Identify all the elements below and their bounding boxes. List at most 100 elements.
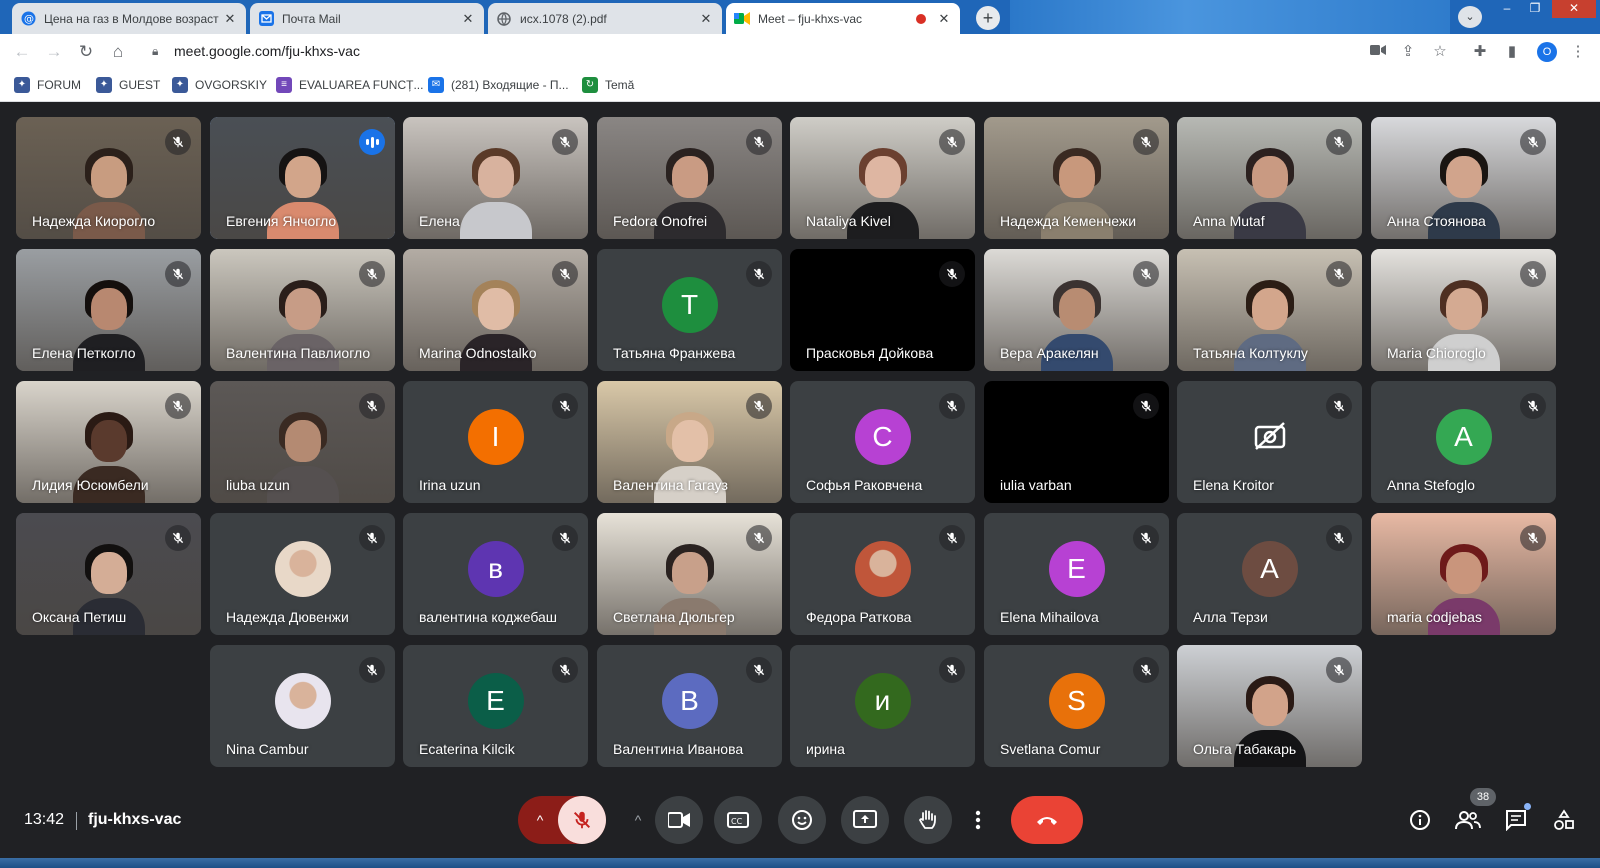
back-button[interactable]: ←: [10, 40, 34, 64]
mic-off-icon: [939, 525, 965, 551]
participant-name: Алла Терзи: [1193, 609, 1268, 625]
participant-tile[interactable]: Евгения Янчогло: [210, 117, 395, 239]
participant-tile[interactable]: Валентина Гагауз: [597, 381, 782, 503]
participant-tile[interactable]: C Софья Раковчена: [790, 381, 975, 503]
participant-tile[interactable]: в валентина коджебаш: [403, 513, 588, 635]
meeting-code[interactable]: fju-khxs-vac: [88, 811, 181, 829]
bookmark-item[interactable]: ✉ (281) Входящие - П...: [428, 77, 569, 93]
participant-tile[interactable]: Анна Стоянова: [1371, 117, 1556, 239]
camera-in-use-icon[interactable]: [1368, 42, 1388, 62]
close-tab-icon[interactable]: ✕: [936, 11, 952, 27]
participant-tile[interactable]: Федора Раткова: [790, 513, 975, 635]
people-button[interactable]: [1454, 806, 1482, 834]
participant-tile[interactable]: Anna Mutaf: [1177, 117, 1362, 239]
participant-tile[interactable]: и ирина: [790, 645, 975, 767]
home-button[interactable]: ⌂: [106, 40, 130, 64]
recording-indicator-icon: [916, 13, 926, 24]
bookmark-item[interactable]: ✦ FORUM: [14, 77, 81, 93]
profile-avatar[interactable]: O: [1537, 42, 1557, 62]
reactions-button[interactable]: [778, 796, 826, 844]
meeting-details-button[interactable]: [1406, 806, 1434, 834]
bookmark-item[interactable]: ≡ EVALUAREA FUNCȚ...: [276, 77, 423, 93]
participant-tile[interactable]: А Алла Терзи: [1177, 513, 1362, 635]
participant-tile[interactable]: iulia varban: [984, 381, 1169, 503]
video-options-chevron-icon[interactable]: ^: [626, 808, 650, 832]
browser-tab[interactable]: Почта Mail ✕: [250, 3, 484, 34]
participant-tile[interactable]: Оксана Петиш: [16, 513, 201, 635]
chat-button[interactable]: [1502, 806, 1530, 834]
activities-button[interactable]: [1550, 806, 1578, 834]
classroom-icon: ↻: [582, 77, 598, 93]
leave-call-button[interactable]: [1011, 796, 1083, 844]
participant-tile[interactable]: Надежда Дювенжи: [210, 513, 395, 635]
bookmark-item[interactable]: ✦ GUEST: [96, 77, 160, 93]
participant-tile[interactable]: Nina Cambur: [210, 645, 395, 767]
browser-tab[interactable]: исх.1078 (2).pdf ✕: [488, 3, 722, 34]
browser-tab[interactable]: @ Цена на газ в Молдове возраст ✕: [12, 3, 246, 34]
participant-tile[interactable]: liuba uzun: [210, 381, 395, 503]
participant-tile[interactable]: T Татьяна Франжева: [597, 249, 782, 371]
restore-window-button[interactable]: ❐: [1522, 0, 1548, 18]
more-options-button[interactable]: [960, 796, 996, 844]
reload-button[interactable]: ↻: [74, 40, 98, 64]
close-window-button[interactable]: ✕: [1552, 0, 1596, 18]
participant-tile[interactable]: Maria Chioroglo: [1371, 249, 1556, 371]
browser-tab[interactable]: Meet – fju-khxs-vac ✕: [726, 3, 960, 34]
participant-name: ирина: [806, 741, 845, 757]
participant-tile[interactable]: Татьяна Колтуклу: [1177, 249, 1362, 371]
participant-tile[interactable]: В Валентина Иванова: [597, 645, 782, 767]
mic-off-icon: [1133, 261, 1159, 287]
tab-title: исх.1078 (2).pdf: [520, 11, 607, 26]
bookmark-item[interactable]: ✦ OVGORSKIY: [172, 77, 267, 93]
participant-name: Елена Петкогло: [32, 345, 136, 361]
participant-tile[interactable]: Ольга Табакарь: [1177, 645, 1362, 767]
participant-tile[interactable]: Fedora Onofrei: [597, 117, 782, 239]
participant-name: Nataliya Kivel: [806, 213, 891, 229]
participant-tile[interactable]: E Ecaterina Kilcik: [403, 645, 588, 767]
share-icon[interactable]: ⇪: [1398, 42, 1418, 62]
microphone-toggle-button[interactable]: [558, 796, 606, 844]
browser-menu-icon[interactable]: ⋮: [1568, 42, 1588, 62]
participant-tile[interactable]: A Anna Stefoglo: [1371, 381, 1556, 503]
captions-button[interactable]: CC: [714, 796, 762, 844]
participant-tile[interactable]: maria codjebas: [1371, 513, 1556, 635]
extensions-icon[interactable]: ✚: [1470, 42, 1490, 62]
participant-tile[interactable]: S Svetlana Comur: [984, 645, 1169, 767]
minimize-window-button[interactable]: –: [1494, 0, 1520, 18]
participant-tile[interactable]: Елена: [403, 117, 588, 239]
meeting-clock: 13:42: [24, 811, 65, 828]
url-text[interactable]: meet.google.com/fju-khxs-vac: [174, 43, 360, 59]
mic-off-icon: [746, 261, 772, 287]
audio-options-chevron-icon[interactable]: ^: [528, 808, 552, 832]
address-bar[interactable]: 🔒︎ meet.google.com/fju-khxs-vac: [146, 39, 1328, 65]
participant-tile[interactable]: Вера Аракелян: [984, 249, 1169, 371]
close-tab-icon[interactable]: ✕: [222, 11, 238, 27]
participant-tile[interactable]: Надежда Киорогло: [16, 117, 201, 239]
participant-tile[interactable]: Валентина Павлиогло: [210, 249, 395, 371]
participant-tile[interactable]: Прасковья Дойкова: [790, 249, 975, 371]
chat-icon: [1506, 810, 1526, 831]
participant-tile[interactable]: Светлана Дюльгер: [597, 513, 782, 635]
participant-tile[interactable]: E Elena Mihailova: [984, 513, 1169, 635]
participant-tile[interactable]: Надежда Кеменчежи: [984, 117, 1169, 239]
participant-tile[interactable]: I Irina uzun: [403, 381, 588, 503]
forward-button[interactable]: →: [42, 40, 66, 64]
participant-tile[interactable]: Nataliya Kivel: [790, 117, 975, 239]
bookmark-item[interactable]: ↻ Temă: [582, 77, 634, 93]
tab-search-button[interactable]: ⌄: [1458, 6, 1482, 28]
participant-name: Анна Стоянова: [1387, 213, 1486, 229]
participant-name: Татьяна Франжева: [613, 345, 736, 361]
bookmark-star-icon[interactable]: ☆: [1430, 42, 1450, 62]
participant-tile[interactable]: Елена Петкогло: [16, 249, 201, 371]
close-tab-icon[interactable]: ✕: [698, 11, 714, 27]
camera-toggle-button[interactable]: [655, 796, 703, 844]
present-screen-button[interactable]: [841, 796, 889, 844]
raise-hand-button[interactable]: [904, 796, 952, 844]
participant-tile[interactable]: Лидия Юсюмбели: [16, 381, 201, 503]
close-tab-icon[interactable]: ✕: [460, 11, 476, 27]
mic-off-icon: [359, 261, 385, 287]
participant-tile[interactable]: Marina Odnostalko: [403, 249, 588, 371]
participant-tile[interactable]: Elena Kroitor: [1177, 381, 1362, 503]
new-tab-button[interactable]: +: [976, 6, 1000, 30]
side-panel-icon[interactable]: ▮: [1502, 42, 1522, 62]
